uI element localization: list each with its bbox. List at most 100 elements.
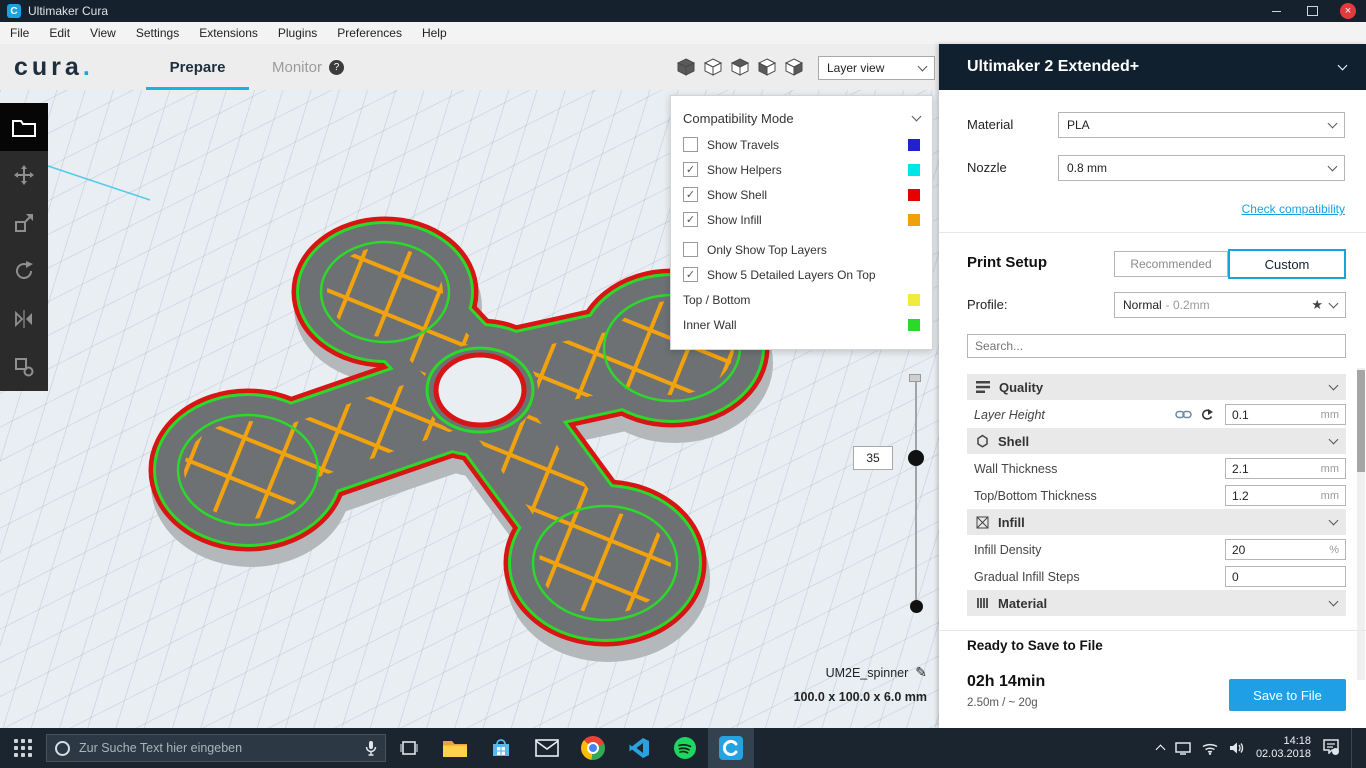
machine-selector[interactable]: Ultimaker 2 Extended+ xyxy=(939,44,1366,90)
xray-view-icon[interactable] xyxy=(703,57,723,77)
show-desktop-strip[interactable] xyxy=(1351,728,1356,768)
layer-view-icon[interactable] xyxy=(784,57,804,77)
mail-button[interactable] xyxy=(524,728,570,768)
compatibility-mode-header[interactable]: Compatibility Mode xyxy=(683,104,922,132)
menu-edit[interactable]: Edit xyxy=(39,22,80,44)
start-button[interactable] xyxy=(0,728,46,768)
profile-dropdown[interactable]: Normal - 0.2mm ★ xyxy=(1114,292,1346,318)
check-compatibility-link[interactable]: Check compatibility xyxy=(1242,202,1345,216)
overhang-view-icon[interactable] xyxy=(730,57,750,77)
hidden-icons-chevron[interactable] xyxy=(1155,744,1166,755)
menu-help[interactable]: Help xyxy=(412,22,457,44)
layer-slider-track[interactable] xyxy=(915,378,917,608)
speaker-icon[interactable] xyxy=(1229,741,1245,755)
view-mode-dropdown[interactable]: Layer view xyxy=(818,56,935,80)
spotify-icon xyxy=(674,737,696,759)
open-file-button[interactable] xyxy=(0,103,48,151)
gradual-infill-input[interactable] xyxy=(1226,568,1318,585)
section-shell[interactable]: Shell xyxy=(967,428,1346,454)
custom-mode-button[interactable]: Custom xyxy=(1228,249,1346,279)
row-show-travels: Show Travels xyxy=(683,132,920,157)
cura-taskbar-button[interactable] xyxy=(708,728,754,768)
link-icon[interactable] xyxy=(1175,409,1192,420)
spotify-button[interactable] xyxy=(662,728,708,768)
vscode-button[interactable] xyxy=(616,728,662,768)
per-model-settings-button[interactable] xyxy=(0,343,48,391)
taskbar-clock[interactable]: 14:18 02.03.2018 xyxy=(1256,735,1311,761)
scale-tool-button[interactable] xyxy=(0,199,48,247)
stage-header: cura. Prepare Monitor ? Layer view xyxy=(0,44,939,90)
display-icon[interactable] xyxy=(1175,741,1191,755)
only-top-layers-checkbox[interactable] xyxy=(683,242,698,257)
layer-slider-top-handle[interactable] xyxy=(909,374,921,382)
scrollbar-thumb[interactable] xyxy=(1357,370,1365,472)
menu-settings[interactable]: Settings xyxy=(126,22,189,44)
top-bottom-thickness-input[interactable] xyxy=(1226,487,1318,504)
helpers-color-swatch xyxy=(908,163,920,176)
microphone-icon[interactable] xyxy=(365,740,377,756)
mirror-tool-button[interactable] xyxy=(0,295,48,343)
section-quality[interactable]: Quality xyxy=(967,374,1346,400)
minimize-button[interactable] xyxy=(1258,0,1294,22)
move-icon xyxy=(14,165,34,185)
settings-scrollbar[interactable] xyxy=(1357,368,1365,680)
menu-view[interactable]: View xyxy=(80,22,126,44)
material-dropdown[interactable]: PLA xyxy=(1058,112,1345,138)
taskbar-search[interactable]: Zur Suche Text hier eingeben xyxy=(46,734,386,762)
file-explorer-button[interactable] xyxy=(432,728,478,768)
inner-wall-color-swatch xyxy=(908,318,920,331)
menu-extensions[interactable]: Extensions xyxy=(189,22,268,44)
section-material[interactable]: Material xyxy=(967,590,1346,616)
row-only-top-layers: Only Show Top Layers xyxy=(683,237,920,262)
show-travels-checkbox[interactable] xyxy=(683,137,698,152)
layer-height-input[interactable] xyxy=(1226,406,1318,423)
task-view-button[interactable] xyxy=(386,728,432,768)
action-center-button[interactable] xyxy=(1322,738,1340,759)
tab-prepare[interactable]: Prepare xyxy=(140,44,255,90)
setting-wall-thickness: Wall Thickness mm xyxy=(967,455,1346,482)
menu-plugins[interactable]: Plugins xyxy=(268,22,327,44)
section-infill[interactable]: Infill xyxy=(967,509,1346,535)
wifi-icon[interactable] xyxy=(1202,742,1218,755)
nozzle-dropdown[interactable]: 0.8 mm xyxy=(1058,155,1345,181)
model-name[interactable]: UM2E_spinner ✎ xyxy=(826,664,927,681)
wall-thickness-input[interactable] xyxy=(1226,460,1318,477)
maximize-button[interactable] xyxy=(1294,0,1330,22)
show-helpers-checkbox[interactable] xyxy=(683,162,698,177)
layer-number-box[interactable]: 35 xyxy=(853,446,893,470)
menu-file[interactable]: File xyxy=(0,22,39,44)
window-title: Ultimaker Cura xyxy=(28,4,109,18)
show-shell-checkbox[interactable] xyxy=(683,187,698,202)
row-top-bottom-legend: Top / Bottom xyxy=(683,287,920,312)
monitor-help-badge: ? xyxy=(329,59,345,75)
quality-icon xyxy=(976,381,990,393)
notification-badge xyxy=(1332,747,1339,755)
store-button[interactable] xyxy=(478,728,524,768)
viewport-3d[interactable]: Compatibility Mode Show Travels Show Hel… xyxy=(0,90,939,728)
show-5-detailed-checkbox[interactable] xyxy=(683,267,698,282)
tool-column xyxy=(0,151,48,391)
settings-search-input[interactable] xyxy=(968,335,1345,357)
top-bottom-color-swatch xyxy=(908,293,920,306)
task-view-icon xyxy=(400,741,418,755)
solid-view-icon[interactable] xyxy=(676,57,696,77)
rename-pencil-icon[interactable]: ✎ xyxy=(915,664,927,681)
close-button[interactable] xyxy=(1330,0,1366,22)
taskbar-search-placeholder: Zur Suche Text hier eingeben xyxy=(79,741,243,755)
settings-list: Quality Layer Height mm Shell xyxy=(967,374,1346,617)
menu-preferences[interactable]: Preferences xyxy=(327,22,412,44)
infill-density-input[interactable] xyxy=(1226,541,1318,558)
rotate-tool-button[interactable] xyxy=(0,247,48,295)
layer-slider-handle[interactable] xyxy=(908,450,924,466)
tab-monitor[interactable]: Monitor ? xyxy=(258,44,358,90)
move-tool-button[interactable] xyxy=(0,151,48,199)
cura-icon xyxy=(719,736,743,760)
layer-slider-bottom-handle[interactable] xyxy=(910,600,923,613)
show-infill-checkbox[interactable] xyxy=(683,212,698,227)
recommended-mode-button[interactable]: Recommended xyxy=(1114,251,1228,277)
save-to-file-button[interactable]: Save to File xyxy=(1229,679,1346,711)
preview-view-icon[interactable] xyxy=(757,57,777,77)
chrome-button[interactable] xyxy=(570,728,616,768)
revert-icon[interactable] xyxy=(1200,408,1213,420)
settings-search xyxy=(967,334,1346,358)
